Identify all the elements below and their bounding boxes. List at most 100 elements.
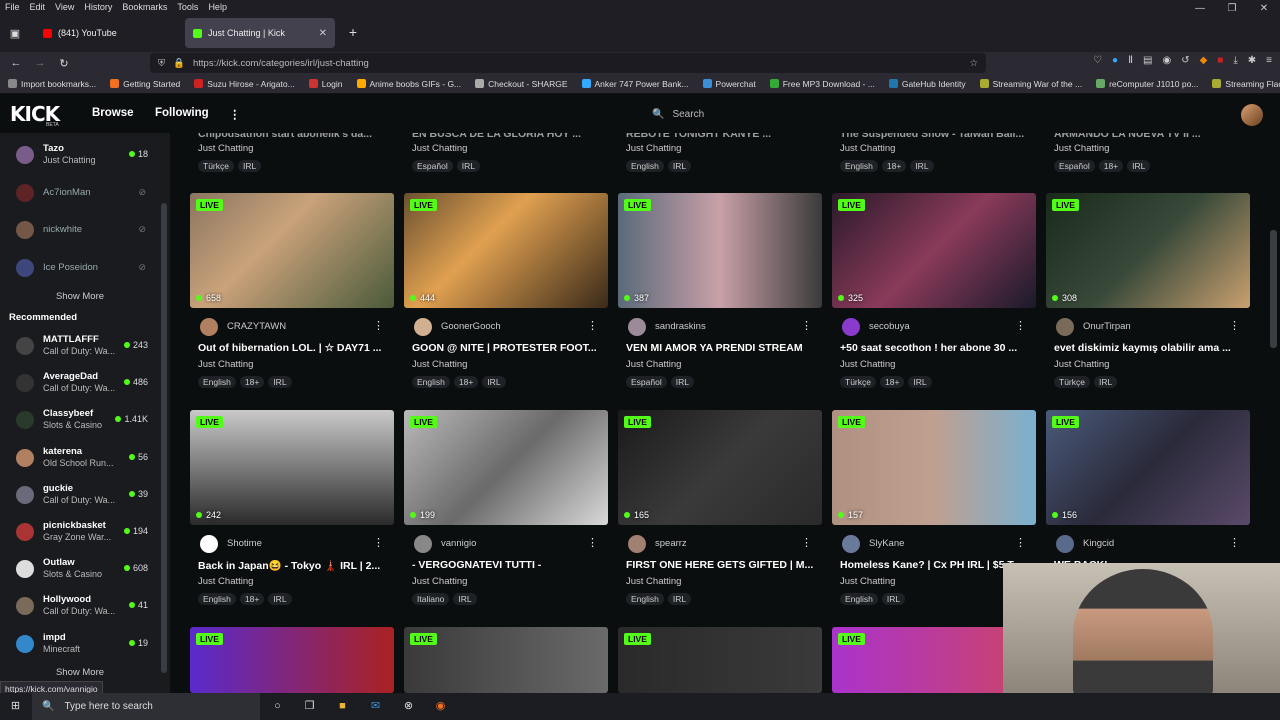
stream-title[interactable]: EN BUSCA DE LA GLORIA HOY ... bbox=[412, 133, 608, 140]
sidebar-channel[interactable]: guckie Call of Duty: Wa... 39 bbox=[0, 477, 160, 514]
pocket-icon[interactable]: ♡ bbox=[1093, 55, 1102, 66]
stream-title[interactable]: Cnipodsathon start abonelik's da... bbox=[198, 133, 394, 140]
sidebar-icon[interactable]: ▤ bbox=[1143, 55, 1152, 66]
stream-card[interactable]: LIVE 308 OnurTirpan ⋮ evet diskimiz kaymış o… bbox=[1046, 193, 1250, 403]
stream-category[interactable]: Just Chatting bbox=[198, 359, 253, 370]
tag[interactable]: IRL bbox=[237, 160, 262, 172]
tag[interactable]: English bbox=[626, 160, 664, 172]
stream-card[interactable]: EN BUSCA DE LA GLORIA HOY ... Just Chatti… bbox=[404, 133, 608, 173]
stream-category[interactable]: Just Chatting bbox=[626, 576, 681, 587]
browse-link[interactable]: Browse bbox=[92, 107, 134, 119]
stream-card[interactable]: LIVE bbox=[190, 627, 394, 693]
stream-category[interactable]: Just Chatting bbox=[198, 576, 253, 587]
more-options-icon[interactable]: ⋮ bbox=[801, 536, 812, 549]
tag[interactable]: Español bbox=[626, 376, 667, 388]
tag[interactable]: IRL bbox=[482, 376, 506, 388]
streamer-name[interactable]: vannigio bbox=[441, 538, 476, 549]
stream-thumbnail[interactable]: LIVE 444 bbox=[404, 193, 608, 308]
sidebar-channel[interactable]: picnickbasket Gray Zone War... 194 bbox=[0, 514, 160, 551]
stream-card[interactable]: LIVE 199 vannigio ⋮ - VERGOGNATEVI TUTTI - Ju… bbox=[404, 410, 608, 620]
bookmark-item[interactable]: Streaming Flack - TV S... bbox=[1212, 79, 1280, 89]
stream-card[interactable]: LIVE 658 CRAZYTAWN ⋮ Out of hibernation LOL.… bbox=[190, 193, 394, 403]
file-explorer-icon[interactable]: ■ bbox=[335, 699, 350, 714]
streamer-avatar[interactable] bbox=[842, 535, 860, 553]
bookmark-item[interactable]: Streaming War of the ... bbox=[979, 79, 1082, 89]
fox-icon[interactable]: ◆ bbox=[1200, 55, 1208, 66]
streamer-avatar[interactable] bbox=[200, 318, 218, 336]
streamer-name[interactable]: OnurTirpan bbox=[1083, 321, 1131, 332]
more-options-icon[interactable]: ⋮ bbox=[373, 536, 384, 549]
stream-thumbnail[interactable]: LIVE 199 bbox=[404, 410, 608, 525]
tag[interactable]: 18+ bbox=[453, 376, 479, 388]
windows-start-icon[interactable]: ⊞ bbox=[8, 699, 23, 714]
bookmark-item[interactable]: Anime boobs GIFs - G... bbox=[356, 79, 461, 89]
stream-category[interactable]: Just Chatting bbox=[412, 359, 467, 370]
bookmark-item[interactable]: Checkout - SHARGE bbox=[475, 79, 568, 89]
streamer-name[interactable]: CRAZYTAWN bbox=[227, 321, 286, 332]
tag[interactable]: IRL bbox=[453, 593, 477, 605]
stream-category[interactable]: Just Chatting bbox=[840, 143, 895, 154]
tag[interactable]: IRL bbox=[268, 593, 292, 605]
stream-title[interactable]: VEN MI AMOR YA PRENDI STREAM bbox=[626, 342, 822, 354]
stream-category[interactable]: Just Chatting bbox=[626, 143, 681, 154]
more-menu-icon[interactable]: ⋮ bbox=[229, 107, 241, 121]
more-options-icon[interactable]: ⋮ bbox=[1229, 536, 1240, 549]
bookmark-item[interactable]: Free MP3 Download - ... bbox=[769, 79, 875, 89]
stream-card[interactable]: LIVE 325 secobuya ⋮ +50 saat secothon ! her … bbox=[832, 193, 1036, 403]
streamer-avatar[interactable] bbox=[628, 535, 646, 553]
close-tab-icon[interactable]: ✕ bbox=[319, 28, 327, 39]
sidebar-channel[interactable]: Tazo Just Chatting 18 bbox=[0, 137, 160, 174]
sidebar-channel[interactable]: Hollywood Call of Duty: Wa... 41 bbox=[0, 588, 160, 625]
more-options-icon[interactable]: ⋮ bbox=[373, 319, 384, 332]
stream-thumbnail[interactable]: LIVE 165 bbox=[618, 410, 822, 525]
stream-card[interactable]: LIVE 165 spearrz ⋮ FIRST ONE HERE GETS GIFTE… bbox=[618, 410, 822, 620]
stream-card[interactable]: LIVE 387 sandraskins ⋮ VEN MI AMOR YA PRENDI… bbox=[618, 193, 822, 403]
streamer-name[interactable]: sandraskins bbox=[655, 321, 706, 332]
bookmark-item[interactable]: Import bookmarks... bbox=[8, 79, 96, 89]
stream-title[interactable]: ARMANDO LA NUEVA TV II ... bbox=[1054, 133, 1250, 140]
tag[interactable]: Türkçe bbox=[840, 376, 876, 388]
stream-card[interactable]: LIVE 444 GoonerGooch ⋮ GOON @ NITE | PROTEST… bbox=[404, 193, 608, 403]
user-avatar[interactable] bbox=[1241, 104, 1263, 126]
tag[interactable]: IRL bbox=[667, 160, 692, 172]
new-tab-icon[interactable]: + bbox=[341, 24, 365, 40]
sidebar-scrollbar[interactable] bbox=[161, 203, 167, 673]
ublock-icon[interactable]: ■ bbox=[1217, 55, 1223, 66]
tag[interactable]: IRL bbox=[1093, 376, 1118, 388]
streamer-name[interactable]: GoonerGooch bbox=[441, 321, 501, 332]
main-scrollbar[interactable] bbox=[1270, 230, 1277, 348]
streamer-avatar[interactable] bbox=[414, 535, 432, 553]
streamer-avatar[interactable] bbox=[628, 318, 646, 336]
stream-card[interactable]: LIVE bbox=[618, 627, 822, 693]
streamer-avatar[interactable] bbox=[200, 535, 218, 553]
stream-title[interactable]: The Suspended Show - Taiwan Bali... bbox=[840, 133, 1036, 140]
sidebar-channel[interactable]: MATTLAFFF Call of Duty: Wa... 243 bbox=[0, 328, 160, 365]
stream-category[interactable]: Just Chatting bbox=[412, 576, 467, 587]
show-more-recommended[interactable]: Show More bbox=[0, 667, 160, 678]
task-view-icon[interactable]: ❐ bbox=[302, 699, 317, 714]
stream-thumbnail[interactable]: LIVE 387 bbox=[618, 193, 822, 308]
sidebar-channel[interactable]: AverageDad Call of Duty: Wa... 486 bbox=[0, 365, 160, 402]
xbox-icon[interactable]: ⊗ bbox=[401, 699, 416, 714]
tag[interactable]: Türkçe bbox=[198, 160, 234, 172]
stream-card[interactable]: Cnipodsathon start abonelik's da... Just … bbox=[190, 133, 394, 173]
stream-thumbnail[interactable]: LIVE 157 bbox=[832, 410, 1036, 525]
library-icon[interactable]: Ⅱ bbox=[1128, 55, 1133, 66]
tab-youtube[interactable]: (841) YouTube bbox=[35, 18, 185, 48]
tag[interactable]: Türkçe bbox=[1054, 376, 1090, 388]
more-options-icon[interactable]: ⋮ bbox=[801, 319, 812, 332]
streamer-avatar[interactable] bbox=[414, 318, 432, 336]
tag[interactable]: English bbox=[198, 593, 236, 605]
tag[interactable]: 18+ bbox=[879, 376, 905, 388]
sidebar-channel[interactable]: Ac7ionMan ⊘ bbox=[0, 175, 160, 212]
menu-item-help[interactable]: Help bbox=[208, 2, 227, 12]
stream-card[interactable]: LIVE 242 Shotime ⋮ Back in Japan😆 - Tokyo 🗼 … bbox=[190, 410, 394, 620]
stream-title[interactable]: evet diskimiz kaymış olabilir ama ... bbox=[1054, 342, 1250, 354]
tag[interactable]: IRL bbox=[268, 376, 292, 388]
streamer-name[interactable]: spearrz bbox=[655, 538, 687, 549]
tag[interactable]: English bbox=[626, 593, 664, 605]
bookmark-item[interactable]: Suzu Hirose - Arigato... bbox=[194, 79, 295, 89]
more-options-icon[interactable]: ⋮ bbox=[1229, 319, 1240, 332]
bookmark-item[interactable]: Powerchat bbox=[702, 79, 756, 89]
streamer-avatar[interactable] bbox=[1056, 535, 1074, 553]
